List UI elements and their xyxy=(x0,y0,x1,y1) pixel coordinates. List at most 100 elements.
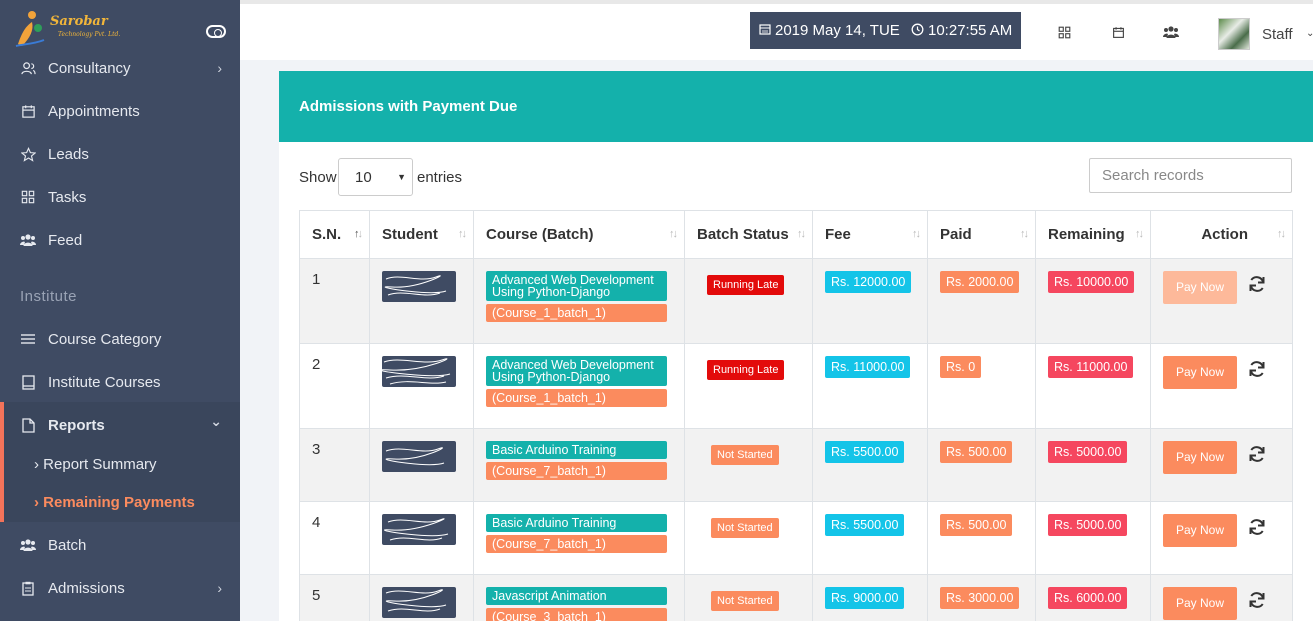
brand-logo-icon[interactable] xyxy=(12,10,46,50)
pay-now-button[interactable]: Pay Now xyxy=(1163,356,1237,389)
sidebar-item-course-category[interactable]: Course Category xyxy=(0,319,240,359)
paid-amount: Rs. 500.00 xyxy=(940,441,1013,463)
batch-name: (Course_1_batch_1) xyxy=(486,304,667,322)
status-badge: Running Late xyxy=(707,275,785,295)
cell-remaining: Rs. 10000.00 xyxy=(1035,258,1151,344)
entries-value: 10 xyxy=(355,168,372,186)
calendar-icon xyxy=(759,23,771,38)
sidebar-item-feed[interactable]: Feed xyxy=(0,220,240,260)
apps-grid-icon[interactable] xyxy=(1056,24,1072,40)
column-header-course[interactable]: Course (Batch) ↑↓ xyxy=(473,210,685,259)
status-badge: Not Started xyxy=(711,591,779,611)
refresh-icon[interactable] xyxy=(1247,274,1267,294)
cell-course: Basic Arduino Training (Course_7_batch_1) xyxy=(473,428,685,502)
table-row: 4 Basic Arduino Training (Course_7_batch_… xyxy=(299,501,1293,575)
redaction-scribble xyxy=(385,447,445,466)
course-name: Advanced Web Development Using Python-Dj… xyxy=(486,356,667,386)
refresh-icon[interactable] xyxy=(1247,359,1267,379)
cell-remaining: Rs. 11000.00 xyxy=(1035,343,1151,429)
cell-batch-status: Not Started xyxy=(684,428,813,502)
cell-sn: 4 xyxy=(299,501,370,575)
sidebar-item-leads[interactable]: Leads xyxy=(0,134,240,174)
redaction-scribble xyxy=(383,518,449,541)
paid-amount: Rs. 2000.00 xyxy=(940,271,1020,293)
redaction-scribble xyxy=(385,589,447,612)
student-name-redacted[interactable] xyxy=(382,587,456,618)
student-name-redacted[interactable] xyxy=(382,356,456,387)
sidebar-subitem-remaining-payments[interactable]: › Remaining Payments xyxy=(34,494,195,511)
column-header-action[interactable]: Action ↑↓ xyxy=(1150,210,1293,259)
batch-name: (Course_1_batch_1) xyxy=(486,389,667,407)
pay-now-button[interactable]: Pay Now xyxy=(1163,587,1237,620)
chevron-right-icon: › xyxy=(217,60,222,76)
group-icon[interactable] xyxy=(1163,24,1179,40)
sort-icon: ↑↓ xyxy=(1135,228,1144,240)
student-name-redacted[interactable] xyxy=(382,514,456,545)
clipboard-icon xyxy=(20,580,36,596)
student-name-redacted[interactable] xyxy=(382,271,456,302)
cell-paid: Rs. 0 xyxy=(927,343,1036,429)
pay-now-button[interactable]: Pay Now xyxy=(1163,441,1237,474)
payment-due-card: Admissions with Payment Due Show 10 ▼ en… xyxy=(279,71,1313,621)
column-header-sn[interactable]: S.N. ↑↓ xyxy=(299,210,370,259)
column-header-paid[interactable]: Paid ↑↓ xyxy=(927,210,1036,259)
sidebar-section-institute: Institute xyxy=(20,288,78,305)
avatar[interactable] xyxy=(1218,18,1250,50)
sidebar-item-appointments[interactable]: Appointments xyxy=(0,91,240,131)
refresh-icon[interactable] xyxy=(1247,590,1267,610)
column-header-student[interactable]: Student ↑↓ xyxy=(369,210,474,259)
show-label: Show xyxy=(299,169,337,186)
sidebar-item-admissions[interactable]: Admissions › xyxy=(0,568,240,608)
cell-remaining: Rs. 6000.00 xyxy=(1035,574,1151,621)
user-menu-label[interactable]: Staff xyxy=(1262,26,1293,43)
pay-now-button[interactable]: Pay Now xyxy=(1163,271,1237,304)
table-row: 2 Advanced Web Development Using Python-… xyxy=(299,343,1293,429)
column-header-batch-status[interactable]: Batch Status ↑↓ xyxy=(684,210,813,259)
sidebar-item-label: Feed xyxy=(48,231,83,249)
cell-paid: Rs. 500.00 xyxy=(927,501,1036,575)
sidebar-subitem-report-summary[interactable]: › Report Summary xyxy=(34,456,157,473)
entries-select[interactable]: 10 ▼ xyxy=(338,158,413,196)
group-icon xyxy=(20,232,36,248)
cell-sn: 5 xyxy=(299,574,370,621)
date-text: 2019 May 14, TUE xyxy=(775,22,900,39)
refresh-icon[interactable] xyxy=(1247,444,1267,464)
cell-student xyxy=(369,258,474,344)
users-icon xyxy=(20,60,36,76)
sidebar-item-institute-courses[interactable]: Institute Courses xyxy=(0,362,240,402)
cell-fee: Rs. 5500.00 xyxy=(812,501,928,575)
calendar-icon[interactable] xyxy=(1110,24,1126,40)
sort-icon: ↑↓ xyxy=(912,228,921,240)
cell-fee: Rs. 5500.00 xyxy=(812,428,928,502)
time-display: 10:27:55 AM xyxy=(902,12,1022,49)
sidebar-item-batch[interactable]: Batch xyxy=(0,525,240,565)
cell-batch-status: Not Started xyxy=(684,574,813,621)
sidebar-item-tasks[interactable]: Tasks xyxy=(0,177,240,217)
sidebar-item-reports[interactable]: Reports ⌄ xyxy=(0,405,240,445)
cell-action: Pay Now xyxy=(1150,574,1293,621)
pay-now-button[interactable]: Pay Now xyxy=(1163,514,1237,547)
cell-paid: Rs. 2000.00 xyxy=(927,258,1036,344)
chevron-right-icon: › xyxy=(217,580,222,596)
cell-remaining: Rs. 5000.00 xyxy=(1035,501,1151,575)
search-input[interactable] xyxy=(1089,158,1292,193)
sidebar-toggle-icon[interactable] xyxy=(206,25,226,38)
column-header-fee[interactable]: Fee ↑↓ xyxy=(812,210,928,259)
cell-action: Pay Now xyxy=(1150,343,1293,429)
cell-course: Advanced Web Development Using Python-Dj… xyxy=(473,258,685,344)
batch-name: (Course_7_batch_1) xyxy=(486,535,667,553)
status-badge: Not Started xyxy=(711,445,779,465)
column-header-remaining[interactable]: Remaining ↑↓ xyxy=(1035,210,1151,259)
sidebar-item-label: Admissions xyxy=(48,579,125,597)
remaining-amount: Rs. 6000.00 xyxy=(1048,587,1128,609)
cell-student xyxy=(369,428,474,502)
cell-fee: Rs. 11000.00 xyxy=(812,343,928,429)
sidebar-item-label: Appointments xyxy=(48,102,140,120)
sidebar-item-consultancy[interactable]: Consultancy › xyxy=(0,48,240,88)
student-name-redacted[interactable] xyxy=(382,441,456,472)
refresh-icon[interactable] xyxy=(1247,517,1267,537)
remaining-amount: Rs. 5000.00 xyxy=(1048,441,1128,463)
grid-icon xyxy=(20,189,36,205)
cell-batch-status: Running Late xyxy=(684,258,813,344)
chevron-down-icon[interactable]: ⌄ xyxy=(1306,28,1313,39)
